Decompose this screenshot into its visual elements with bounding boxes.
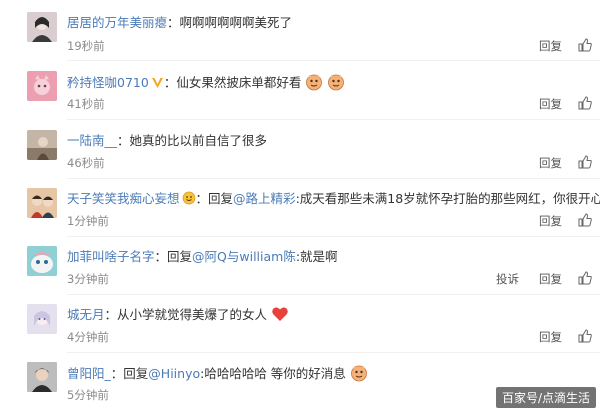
comment-line: 一陆南__：她真的比以前自信了很多	[67, 133, 268, 148]
avatar[interactable]	[27, 71, 57, 101]
avatar[interactable]	[27, 362, 57, 392]
thumbs-up-icon[interactable]	[578, 96, 592, 110]
reply-button[interactable]: 回复	[539, 39, 562, 53]
avatar[interactable]	[27, 188, 57, 218]
avatar[interactable]	[27, 130, 57, 160]
reply-button[interactable]: 回复	[539, 97, 562, 111]
doge-emoji-icon	[350, 364, 368, 382]
comment-text: :就是啊	[295, 249, 338, 264]
divider	[67, 119, 600, 120]
v-badge-icon	[151, 76, 164, 89]
comment-time: 41秒前	[67, 97, 105, 111]
username-link[interactable]: 居居的万年美丽瘪	[67, 15, 167, 30]
comment-text: :成天看那些未满18岁就怀孕打胎的那些网红，你很开心？	[295, 191, 600, 206]
thumbs-up-icon[interactable]	[578, 329, 592, 343]
comment-text: :哈哈哈哈哈 等你的好消息	[200, 366, 346, 381]
comment-actions: 回复	[519, 155, 592, 171]
comment-time: 1分钟前	[67, 214, 109, 228]
avatar[interactable]	[27, 304, 57, 334]
comment-line: 加菲叫啥子名字：回复@阿Q与william陈:就是啊	[67, 249, 338, 264]
thumbs-up-icon[interactable]	[578, 155, 592, 169]
doge-emoji-icon	[305, 73, 323, 91]
username-link[interactable]: 加菲叫啥子名字	[67, 249, 155, 264]
comment-text: 从小学就觉得美爆了的女人	[117, 307, 268, 322]
comment-time: 46秒前	[67, 156, 105, 170]
comment-time: 4分钟前	[67, 330, 109, 344]
comment-actions: 回复	[519, 329, 592, 345]
comment-time: 5分钟前	[67, 388, 109, 402]
comment-line: 居居的万年美丽瘪：啊啊啊啊啊啊美死了	[67, 15, 293, 30]
mention-link[interactable]: @Hiinyo	[148, 366, 200, 381]
comment-line: 天子笑笑我痴心妄想 ：回复@路上精彩:成天看那些未满18岁就怀孕打胎的那些网红，你…	[67, 190, 600, 208]
comment-text: 仙女果然披床单都好看	[176, 75, 302, 90]
thumbs-up-icon[interactable]	[578, 271, 592, 285]
divider	[67, 294, 600, 295]
reply-button[interactable]: 回复	[539, 330, 562, 344]
comment-text: 啊啊啊啊啊啊美死了	[179, 15, 293, 30]
report-button[interactable]: 投诉	[496, 272, 519, 286]
comment-line: 矜持怪咖0710 ：仙女果然披床单都好看	[67, 73, 345, 92]
doge-emoji-icon	[327, 73, 345, 91]
avatar[interactable]	[27, 246, 57, 276]
comment-text: 她真的比以前自信了很多	[129, 133, 268, 148]
comment-actions: 投诉 回复	[476, 271, 592, 287]
divider	[67, 352, 600, 353]
comment-line: 城无月：从小学就觉得美爆了的女人	[67, 305, 289, 324]
comment-time: 19秒前	[67, 39, 105, 53]
username-link[interactable]: 矜持怪咖0710	[67, 75, 149, 90]
thumbs-up-icon[interactable]	[578, 213, 592, 227]
reply-button[interactable]: 回复	[539, 214, 562, 228]
reply-button[interactable]: 回复	[539, 272, 562, 286]
mention-link[interactable]: @阿Q与william陈	[192, 249, 296, 264]
divider	[67, 60, 600, 61]
reply-button[interactable]: 回复	[539, 156, 562, 170]
username-link[interactable]: 城无月	[67, 307, 105, 322]
thumbs-up-icon[interactable]	[578, 38, 592, 52]
comment-actions: 回复	[519, 38, 592, 54]
comment-time: 3分钟前	[67, 272, 109, 286]
comment-line: 曾阳阳_：回复@Hiinyo:哈哈哈哈哈 等你的好消息	[67, 364, 368, 383]
divider	[67, 236, 600, 237]
heart-emoji-icon	[271, 305, 289, 323]
username-link[interactable]: 天子笑笑我痴心妄想	[67, 191, 180, 206]
mention-link[interactable]: @路上精彩	[233, 191, 296, 206]
watermark: 百家号/点滴生活	[495, 387, 596, 408]
comment-actions: 回复	[519, 96, 592, 112]
divider	[67, 178, 600, 179]
comment-actions: 回复	[519, 213, 592, 229]
smile-emoji-icon	[182, 191, 196, 205]
avatar[interactable]	[27, 12, 57, 42]
username-link[interactable]: 一陆南__	[67, 133, 117, 148]
username-link[interactable]: 曾阳阳_	[67, 366, 111, 381]
